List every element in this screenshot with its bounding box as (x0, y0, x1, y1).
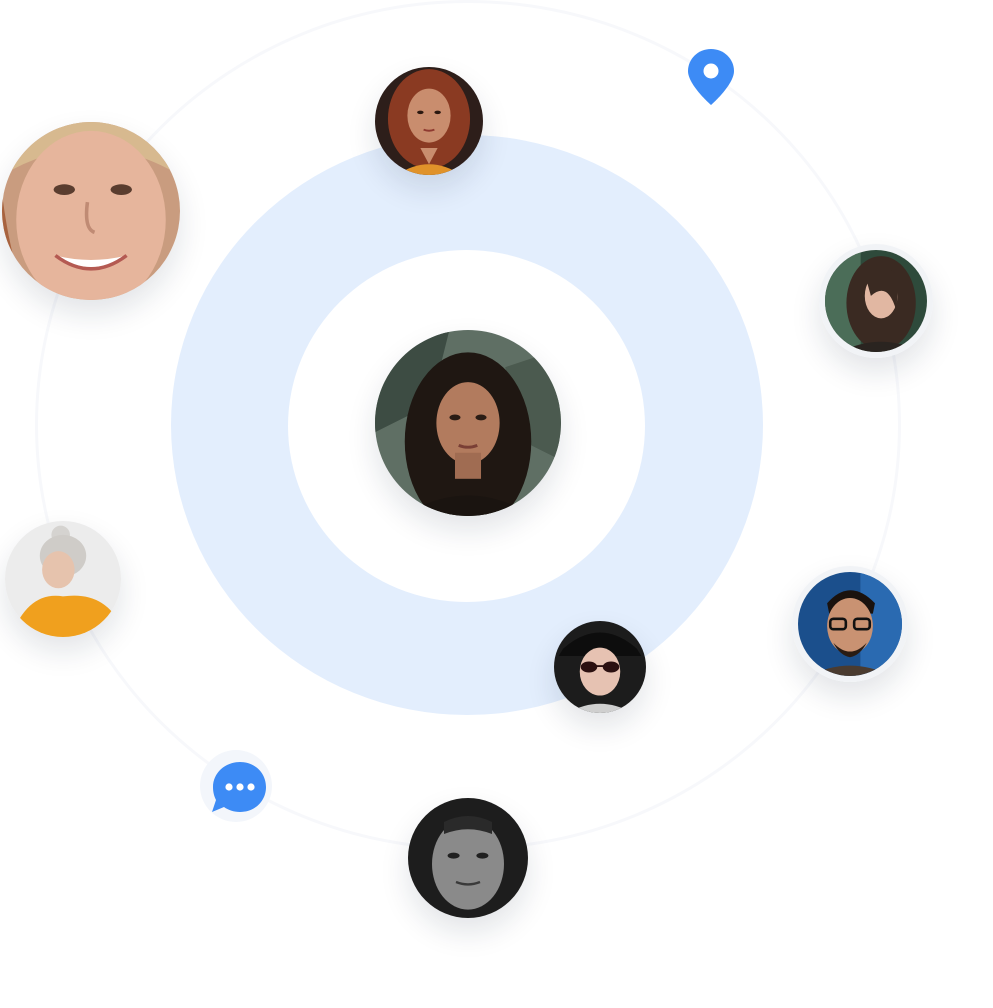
sunglasses-man-avatar (554, 621, 646, 713)
center-woman-avatar (375, 330, 561, 516)
older-woman-avatar (5, 521, 121, 637)
network-illustration (0, 0, 993, 1008)
smiling-woman-avatar (2, 122, 180, 300)
location-pin-icon (686, 47, 736, 107)
right-woman-avatar (819, 244, 933, 358)
chat-bubble-icon (200, 750, 272, 822)
glasses-man-avatar (792, 566, 908, 682)
top-woman-avatar (375, 67, 483, 175)
bottom-man-avatar (408, 798, 528, 918)
